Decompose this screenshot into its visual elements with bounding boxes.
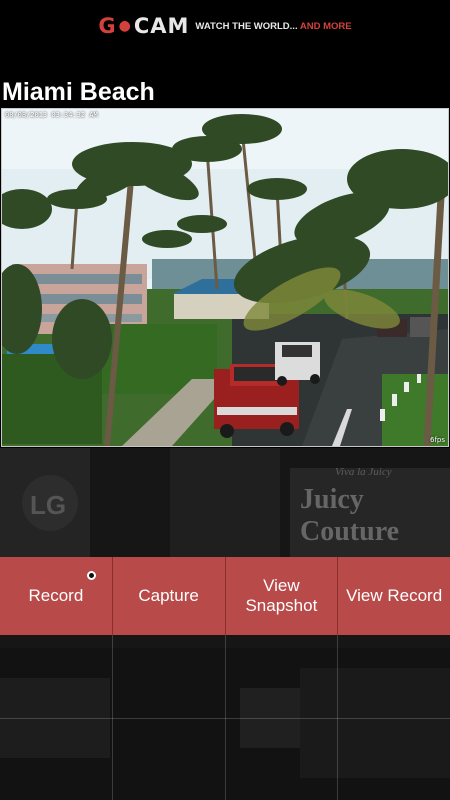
camera-feed[interactable]: 08/08/2013 03:34:32 AM 6fps — [1, 108, 449, 447]
app-header: G ●CAM WATCH THE WORLD... AND MORE — [0, 0, 450, 52]
white-truck — [275, 342, 320, 386]
capture-button[interactable]: Capture — [112, 557, 226, 635]
camera-title: Miami Beach — [2, 78, 155, 106]
juicy-sign: Juicy Couture — [300, 484, 400, 547]
gcam-logo: G ●CAM WATCH THE WORLD... AND MORE — [98, 14, 351, 38]
tagline-accent: AND MORE — [299, 21, 352, 32]
fps-indicator: 6fps — [429, 436, 445, 444]
grid-divider-v2 — [225, 635, 226, 800]
action-bar: Record Capture View Snapshot View Record — [0, 557, 450, 635]
logo-cam: CAM — [133, 14, 190, 38]
record-label: Record — [28, 585, 84, 605]
capture-label: Capture — [138, 585, 199, 605]
logo-dot: ● — [118, 18, 132, 34]
grid-divider-v1 — [112, 635, 113, 800]
logo-mark: G ●CAM — [98, 14, 189, 38]
camera-timestamp: 08/08/2013 03:34:32 AM — [5, 111, 98, 119]
tagline: WATCH THE WORLD... AND MORE — [195, 21, 351, 32]
juicy-sub-sign: Viva la Juicy — [335, 466, 392, 478]
record-button[interactable]: Record — [0, 557, 113, 635]
view-snapshot-label: View Snapshot — [245, 575, 318, 615]
view-record-label: View Record — [346, 585, 443, 605]
logo-g: G — [98, 14, 117, 38]
camera-image — [2, 109, 448, 446]
record-indicator-icon — [86, 571, 96, 580]
view-snapshot-button[interactable]: View Snapshot — [225, 557, 339, 635]
tagline-main: WATCH THE WORLD... — [195, 21, 298, 32]
grid-divider-v3 — [337, 635, 338, 800]
view-record-button[interactable]: View Record — [338, 557, 450, 635]
lg-sign: LG — [30, 490, 67, 520]
